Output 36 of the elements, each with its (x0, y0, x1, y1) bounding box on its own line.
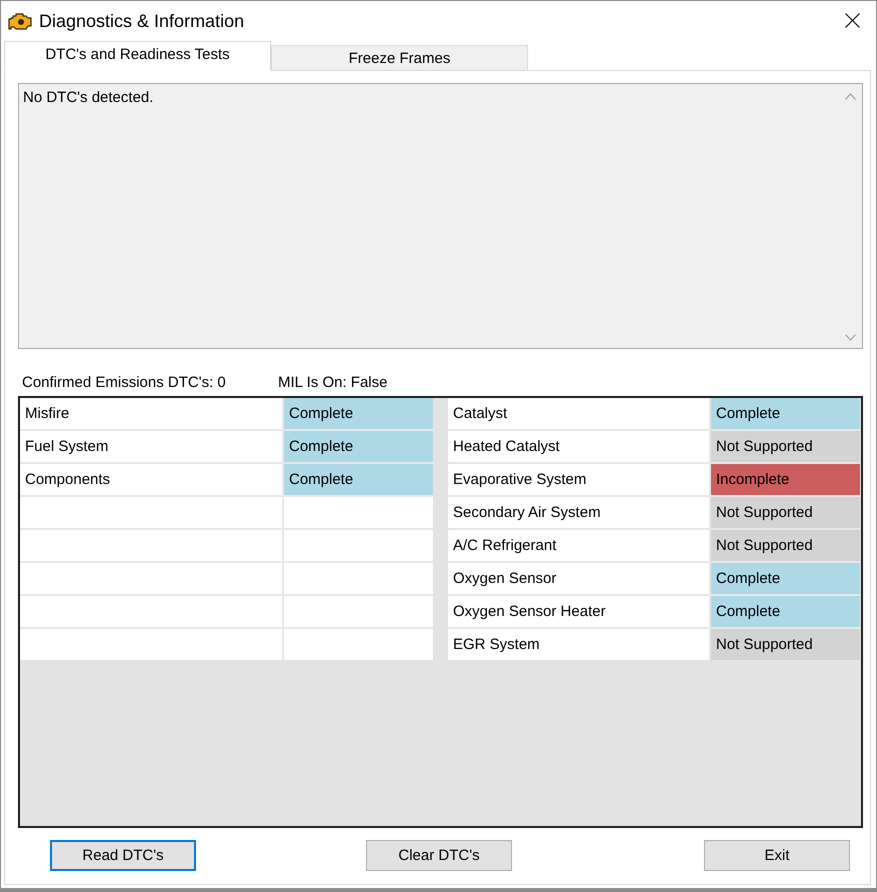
confirmed-dtc-count: Confirmed Emissions DTC's: 0 (22, 374, 226, 393)
status-cell: Complete (284, 431, 433, 462)
engine-icon (8, 12, 33, 30)
status-cell: Complete (711, 596, 860, 627)
status-cell: Not Supported (711, 497, 860, 528)
dialog-button[interactable]: Exit (704, 840, 850, 871)
down-caret-icon[interactable] (844, 334, 856, 341)
status-cell: Complete (284, 398, 433, 429)
status-cell: Not Supported (711, 629, 860, 660)
test-name-cell: Secondary Air System (448, 497, 709, 528)
dtc-output-field[interactable]: No DTC's detected. (18, 83, 863, 349)
dialog-button[interactable]: Read DTC's (50, 840, 196, 871)
up-caret-icon[interactable] (844, 93, 856, 100)
close-button[interactable] (845, 13, 860, 28)
status-cell: Complete (711, 398, 860, 429)
test-name-cell: Catalyst (448, 398, 709, 429)
test-name-cell: Misfire (20, 398, 282, 429)
test-name-cell: Evaporative System (448, 464, 709, 495)
status-cell: Incomplete (711, 464, 860, 495)
test-name-cell: Components (20, 464, 282, 495)
test-name-cell: A/C Refrigerant (448, 530, 709, 561)
tab[interactable]: Freeze Frames (271, 45, 528, 71)
test-name-cell: Heated Catalyst (448, 431, 709, 462)
dialog-button[interactable]: Clear DTC's (366, 840, 512, 871)
status-cell: Not Supported (711, 530, 860, 561)
status-cell: Complete (711, 563, 860, 594)
test-name-cell: Oxygen Sensor (448, 563, 709, 594)
test-name-cell: Oxygen Sensor Heater (448, 596, 709, 627)
status-cell: Complete (284, 464, 433, 495)
test-name-cell: EGR System (448, 629, 709, 660)
window-title: Diagnostics & Information (39, 10, 244, 32)
close-icon (845, 13, 860, 28)
mil-status: MIL Is On: False (278, 374, 388, 393)
tab[interactable]: DTC's and Readiness Tests (4, 41, 271, 71)
test-name-cell: Fuel System (20, 431, 282, 462)
status-cell: Not Supported (711, 431, 860, 462)
